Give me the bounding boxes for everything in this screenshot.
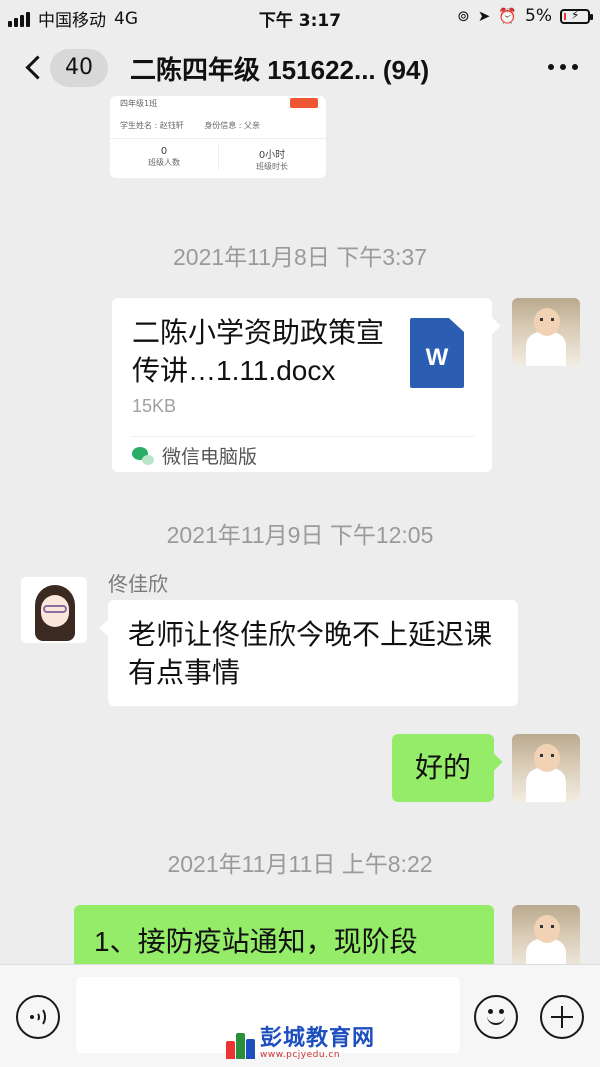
location-icon: ➤ bbox=[477, 7, 491, 25]
unread-count-badge[interactable]: 40 bbox=[50, 49, 108, 87]
file-name: 二陈小学资助政策宣传讲…1.11.docx bbox=[132, 317, 385, 386]
file-source-label: 微信电脑版 bbox=[162, 447, 258, 468]
watermark-logo-icon bbox=[226, 1031, 256, 1059]
message-timestamp: 2021年11月11日 上午8:22 bbox=[167, 851, 433, 877]
back-chevron-icon[interactable] bbox=[20, 50, 48, 84]
voice-icon[interactable] bbox=[16, 995, 60, 1039]
status-bar: 中国移动 4G 下午 3:17 ⊚ ➤ ⏰ 5% ⚡ bbox=[0, 0, 600, 34]
card-stat: 0小时 班级时长 bbox=[256, 150, 288, 171]
wechat-pc-icon bbox=[132, 446, 154, 465]
card-identity: 身份信息 : 父亲 bbox=[204, 121, 260, 130]
word-file-icon: W bbox=[410, 318, 464, 388]
watermark-url: www.pcjyedu.cn bbox=[260, 1050, 341, 1060]
my-avatar[interactable] bbox=[512, 905, 580, 973]
file-size: 15KB bbox=[132, 396, 177, 416]
chat-title: 二陈四年级 151622... (94) bbox=[130, 55, 430, 85]
card-class-name: 四年级1班 bbox=[120, 99, 158, 108]
card-stat: 0 班级人数 bbox=[148, 146, 180, 167]
my-avatar[interactable] bbox=[512, 298, 580, 366]
battery-icon: ⚡ bbox=[560, 8, 593, 24]
file-source: 微信电脑版 bbox=[132, 442, 257, 469]
sender-avatar[interactable] bbox=[20, 576, 88, 644]
class-info-card[interactable]: 四年级1班 学生姓名 : 赵钰轩 身份信息 : 父亲 0 班级人数 0小时 班级… bbox=[110, 96, 326, 178]
my-avatar[interactable] bbox=[512, 734, 580, 802]
chat-header: 40 二陈四年级 151622... (94) bbox=[0, 34, 600, 100]
outgoing-message-text: 好的 bbox=[414, 752, 471, 783]
card-student-name: 学生姓名 : 赵钰轩 bbox=[120, 121, 184, 130]
incoming-message-text: 老师让佟佳欣今晚不上延迟课有点事情 bbox=[128, 619, 493, 688]
watermark-title: 彭城教育网 bbox=[260, 1026, 376, 1051]
incoming-message[interactable]: 老师让佟佳欣今晚不上延迟课有点事情 bbox=[99, 600, 518, 706]
card-badge bbox=[290, 98, 318, 108]
lock-rotation-icon: ⊚ bbox=[457, 7, 470, 25]
battery-percent: 5% bbox=[525, 6, 552, 26]
message-timestamp: 2021年11月9日 下午12:05 bbox=[166, 522, 434, 548]
plus-icon[interactable] bbox=[540, 995, 584, 1039]
site-watermark: 彭城教育网 www.pcjyedu.cn bbox=[226, 1028, 375, 1061]
file-message[interactable]: 二陈小学资助政策宣传讲…1.11.docx 15KB W 微信电脑版 bbox=[112, 298, 501, 472]
emoji-icon[interactable] bbox=[474, 995, 518, 1039]
more-dots-icon[interactable] bbox=[548, 64, 578, 70]
outgoing-message[interactable]: 好的 bbox=[392, 734, 503, 802]
sender-name: 佟佳欣 bbox=[108, 572, 168, 596]
alarm-icon: ⏰ bbox=[498, 7, 518, 25]
outgoing-message-text: 1、接防疫站通知，现阶段 bbox=[94, 926, 418, 957]
message-timestamp: 2021年11月8日 下午3:37 bbox=[173, 244, 427, 270]
